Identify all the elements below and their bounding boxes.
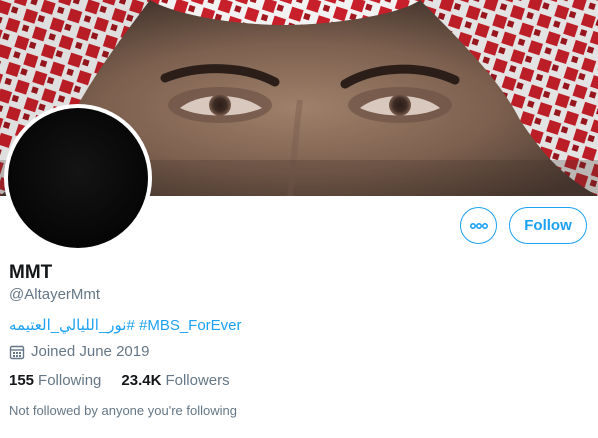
follow-button[interactable]: Follow (509, 207, 587, 244)
following-link[interactable]: 155 Following (9, 372, 101, 389)
profile-bio: #نور_الليالي_العتيمه #MBS_ForEver (9, 316, 242, 334)
joined-text: Joined June 2019 (31, 343, 150, 360)
more-horizontal-icon (469, 217, 489, 235)
avatar-image (8, 108, 148, 248)
followers-label: Followers (165, 372, 230, 389)
profile-handle: @AltayerMmt (9, 286, 101, 303)
mutual-followers-note: Not followed by anyone you're following (9, 403, 237, 418)
bio-hashtag-mbs[interactable]: #MBS_ForEver (139, 317, 242, 334)
following-count: 155 (9, 372, 35, 389)
profile-name: MMT (9, 262, 53, 283)
joined-date: Joined June 2019 (9, 343, 149, 360)
avatar[interactable] (4, 104, 152, 252)
bio-hashtag-arabic[interactable]: #نور_الليالي_العتيمه (9, 317, 135, 334)
following-label: Following (38, 372, 102, 389)
followers-link[interactable]: 23.4K Followers (121, 372, 229, 389)
follow-counts: 155 Following 23.4K Followers (9, 372, 250, 389)
followers-count: 23.4K (121, 372, 162, 389)
more-options-button[interactable] (460, 207, 497, 244)
calendar-icon (9, 344, 25, 360)
